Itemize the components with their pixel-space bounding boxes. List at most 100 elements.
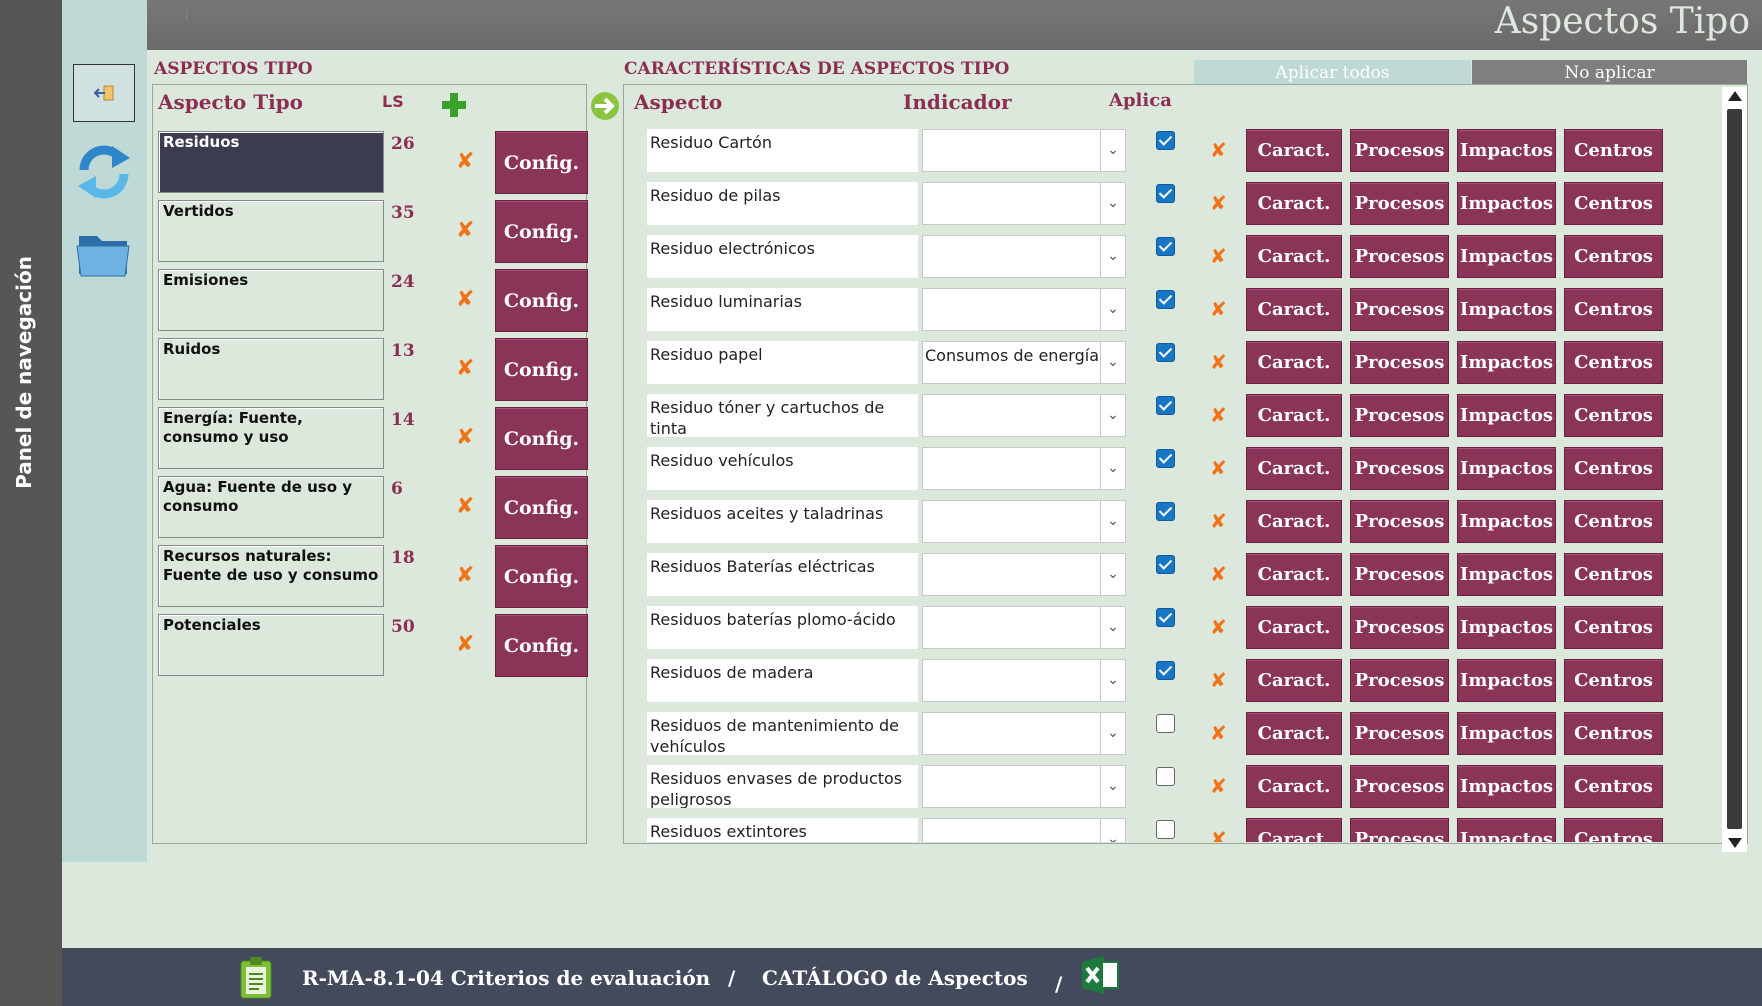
- delete-icon[interactable]: ✘: [1210, 510, 1227, 532]
- caract-button[interactable]: Caract.: [1246, 288, 1342, 331]
- aplica-checkbox[interactable]: [1156, 820, 1175, 839]
- aspecto-name[interactable]: Residuo vehículos: [647, 447, 918, 490]
- procesos-button[interactable]: Procesos: [1350, 606, 1449, 649]
- procesos-button[interactable]: Procesos: [1350, 500, 1449, 543]
- delete-icon[interactable]: ✘: [1210, 775, 1227, 797]
- delete-icon[interactable]: ✘: [1210, 828, 1227, 842]
- aspecto-tipo-name[interactable]: Energía: Fuente, consumo y uso: [158, 407, 384, 469]
- indicador-select[interactable]: ⌄: [922, 129, 1126, 172]
- delete-icon[interactable]: ✘: [1210, 351, 1227, 373]
- catalog-breadcrumb[interactable]: CATÁLOGO de Aspectos: [762, 966, 1028, 990]
- config-button[interactable]: Config.: [495, 338, 588, 401]
- chevron-down-icon[interactable]: ⌄: [1100, 236, 1125, 277]
- procesos-button[interactable]: Procesos: [1350, 182, 1449, 225]
- no-apply-button[interactable]: No aplicar: [1472, 60, 1747, 85]
- caract-button[interactable]: Caract.: [1246, 818, 1342, 842]
- indicador-select[interactable]: ⌄: [922, 712, 1126, 755]
- delete-icon[interactable]: ✘: [1210, 245, 1227, 267]
- indicador-select[interactable]: ⌄: [922, 765, 1126, 808]
- delete-icon[interactable]: ✘: [456, 565, 474, 587]
- indicador-select[interactable]: ⌄: [922, 288, 1126, 331]
- delete-icon[interactable]: ✘: [1210, 404, 1227, 426]
- centros-button[interactable]: Centros: [1564, 818, 1663, 842]
- impactos-button[interactable]: Impactos: [1457, 447, 1556, 490]
- impactos-button[interactable]: Impactos: [1457, 765, 1556, 808]
- indicador-select[interactable]: ⌄: [922, 394, 1126, 437]
- aplica-checkbox[interactable]: [1156, 290, 1175, 309]
- chevron-down-icon[interactable]: ⌄: [1100, 766, 1125, 807]
- procesos-button[interactable]: Procesos: [1350, 818, 1449, 842]
- refresh-button[interactable]: [76, 140, 132, 202]
- chevron-down-icon[interactable]: ⌄: [1100, 448, 1125, 489]
- procesos-button[interactable]: Procesos: [1350, 553, 1449, 596]
- impactos-button[interactable]: Impactos: [1457, 500, 1556, 543]
- delete-icon[interactable]: ✘: [1210, 616, 1227, 638]
- centros-button[interactable]: Centros: [1564, 129, 1663, 172]
- aspecto-tipo-name[interactable]: Agua: Fuente de uso y consumo: [158, 476, 384, 538]
- indicador-select[interactable]: ⌄: [922, 235, 1126, 278]
- document-reference[interactable]: R-MA-8.1-04 Criterios de evaluación: [302, 966, 710, 990]
- delete-icon[interactable]: ✘: [1210, 563, 1227, 585]
- caract-button[interactable]: Caract.: [1246, 447, 1342, 490]
- exit-button[interactable]: [73, 64, 135, 122]
- aspecto-name[interactable]: Residuos extintores: [647, 818, 918, 842]
- scroll-down-icon[interactable]: [1728, 838, 1742, 848]
- centros-button[interactable]: Centros: [1564, 447, 1663, 490]
- centros-button[interactable]: Centros: [1564, 712, 1663, 755]
- centros-button[interactable]: Centros: [1564, 553, 1663, 596]
- impactos-button[interactable]: Impactos: [1457, 182, 1556, 225]
- impactos-button[interactable]: Impactos: [1457, 553, 1556, 596]
- caract-button[interactable]: Caract.: [1246, 341, 1342, 384]
- caract-button[interactable]: Caract.: [1246, 235, 1342, 278]
- add-aspecto-tipo-button[interactable]: [441, 92, 467, 118]
- centros-button[interactable]: Centros: [1564, 500, 1663, 543]
- folder-button[interactable]: [75, 226, 133, 282]
- delete-icon[interactable]: ✘: [456, 358, 474, 380]
- chevron-down-icon[interactable]: ⌄: [1100, 819, 1125, 842]
- scroll-thumb[interactable]: [1727, 109, 1742, 829]
- centros-button[interactable]: Centros: [1564, 288, 1663, 331]
- aspecto-tipo-name[interactable]: Recursos naturales: Fuente de uso y cons…: [158, 545, 384, 607]
- procesos-button[interactable]: Procesos: [1350, 288, 1449, 331]
- centros-button[interactable]: Centros: [1564, 182, 1663, 225]
- config-button[interactable]: Config.: [495, 131, 588, 194]
- config-button[interactable]: Config.: [495, 614, 588, 677]
- caract-button[interactable]: Caract.: [1246, 765, 1342, 808]
- impactos-button[interactable]: Impactos: [1457, 394, 1556, 437]
- excel-icon[interactable]: [1078, 954, 1122, 996]
- indicador-select[interactable]: ⌄: [922, 659, 1126, 702]
- procesos-button[interactable]: Procesos: [1350, 129, 1449, 172]
- aspecto-name[interactable]: Residuo tóner y cartuchos de tinta: [647, 394, 918, 437]
- indicador-select[interactable]: ⌄: [922, 553, 1126, 596]
- chevron-down-icon[interactable]: ⌄: [1100, 501, 1125, 542]
- aplica-checkbox[interactable]: [1156, 131, 1175, 150]
- chevron-down-icon[interactable]: ⌄: [1100, 713, 1125, 754]
- procesos-button[interactable]: Procesos: [1350, 712, 1449, 755]
- delete-icon[interactable]: ✘: [1210, 298, 1227, 320]
- aspecto-tipo-name[interactable]: Emisiones: [158, 269, 384, 331]
- aspecto-tipo-name[interactable]: Vertidos: [158, 200, 384, 262]
- delete-icon[interactable]: ✘: [456, 634, 474, 656]
- aspecto-name[interactable]: Residuo luminarias: [647, 288, 918, 331]
- scroll-up-icon[interactable]: [1728, 91, 1742, 101]
- aplica-checkbox[interactable]: [1156, 502, 1175, 521]
- aspecto-name[interactable]: Residuo Cartón: [647, 129, 918, 172]
- caract-button[interactable]: Caract.: [1246, 394, 1342, 437]
- delete-icon[interactable]: ✘: [1210, 457, 1227, 479]
- clipboard-icon[interactable]: [238, 956, 274, 1000]
- aspecto-name[interactable]: Residuos baterías plomo-ácido: [647, 606, 918, 649]
- centros-button[interactable]: Centros: [1564, 659, 1663, 702]
- indicador-select[interactable]: ⌄: [922, 500, 1126, 543]
- aspecto-name[interactable]: Residuos Baterías eléctricas: [647, 553, 918, 596]
- caract-button[interactable]: Caract.: [1246, 500, 1342, 543]
- impactos-button[interactable]: Impactos: [1457, 659, 1556, 702]
- aplica-checkbox[interactable]: [1156, 343, 1175, 362]
- config-button[interactable]: Config.: [495, 545, 588, 608]
- procesos-button[interactable]: Procesos: [1350, 765, 1449, 808]
- aplica-checkbox[interactable]: [1156, 714, 1175, 733]
- impactos-button[interactable]: Impactos: [1457, 129, 1556, 172]
- chevron-down-icon[interactable]: ⌄: [1100, 130, 1125, 171]
- config-button[interactable]: Config.: [495, 269, 588, 332]
- chevron-down-icon[interactable]: ⌄: [1100, 660, 1125, 701]
- aplica-checkbox[interactable]: [1156, 449, 1175, 468]
